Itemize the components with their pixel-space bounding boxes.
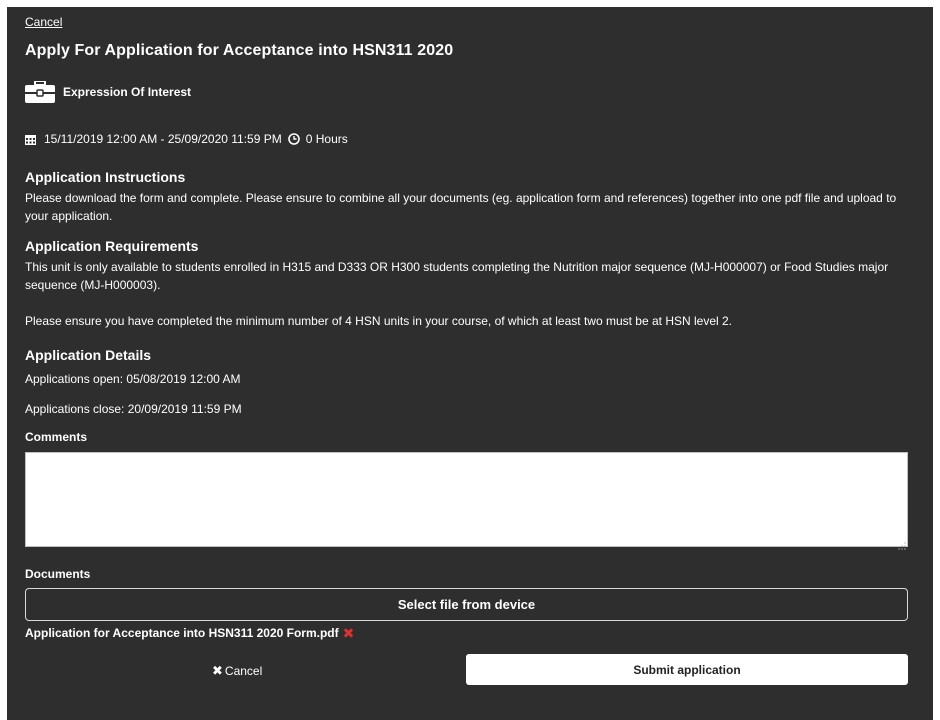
cancel-button-label: Cancel bbox=[224, 664, 263, 678]
page-title: Apply For Application for Acceptance int… bbox=[25, 42, 454, 59]
applications-close: Applications close: 20/09/2019 11:59 PM bbox=[25, 402, 242, 416]
application-type: Expression Of Interest bbox=[25, 81, 191, 103]
submit-application-button[interactable]: Submit application bbox=[466, 654, 908, 685]
close-icon: ✖ bbox=[212, 663, 223, 678]
application-type-label: Expression Of Interest bbox=[63, 85, 192, 99]
requirements-units-text: Please ensure you have completed the min… bbox=[25, 314, 733, 328]
comments-textarea[interactable] bbox=[25, 452, 908, 547]
briefcase-icon bbox=[25, 81, 55, 103]
details-heading: Application Details bbox=[25, 347, 152, 363]
clock-icon bbox=[287, 133, 300, 145]
comments-label: Comments bbox=[25, 430, 88, 444]
date-range: 15/11/2019 12:00 AM - 25/09/2020 11:59 P… bbox=[44, 132, 282, 146]
applications-open: Applications open: 05/08/2019 12:00 AM bbox=[25, 372, 241, 386]
cancel-link[interactable]: Cancel bbox=[25, 15, 62, 29]
cancel-button[interactable]: ✖ Cancel bbox=[212, 661, 262, 681]
calendar-icon bbox=[25, 134, 36, 145]
hours-value: 0 Hours bbox=[305, 132, 348, 146]
attached-file: Application for Acceptance into HSN311 2… bbox=[25, 625, 354, 641]
requirements-heading: Application Requirements bbox=[25, 238, 199, 254]
requirements-text: This unit is only available to students … bbox=[25, 260, 889, 292]
select-file-button[interactable]: Select file from device bbox=[25, 588, 908, 621]
attached-file-name: Application for Acceptance into HSN311 2… bbox=[25, 626, 339, 640]
remove-file-icon[interactable]: ✖ bbox=[343, 626, 355, 640]
instructions-text: Please download the form and complete. P… bbox=[25, 191, 897, 223]
application-period: 15/11/2019 12:00 AM - 25/09/2020 11:59 P… bbox=[25, 131, 348, 147]
documents-label: Documents bbox=[25, 567, 91, 581]
resize-grip-icon[interactable] bbox=[898, 537, 906, 550]
instructions-heading: Application Instructions bbox=[25, 169, 186, 185]
application-panel: Cancel Apply For Application for Accepta… bbox=[7, 7, 933, 720]
